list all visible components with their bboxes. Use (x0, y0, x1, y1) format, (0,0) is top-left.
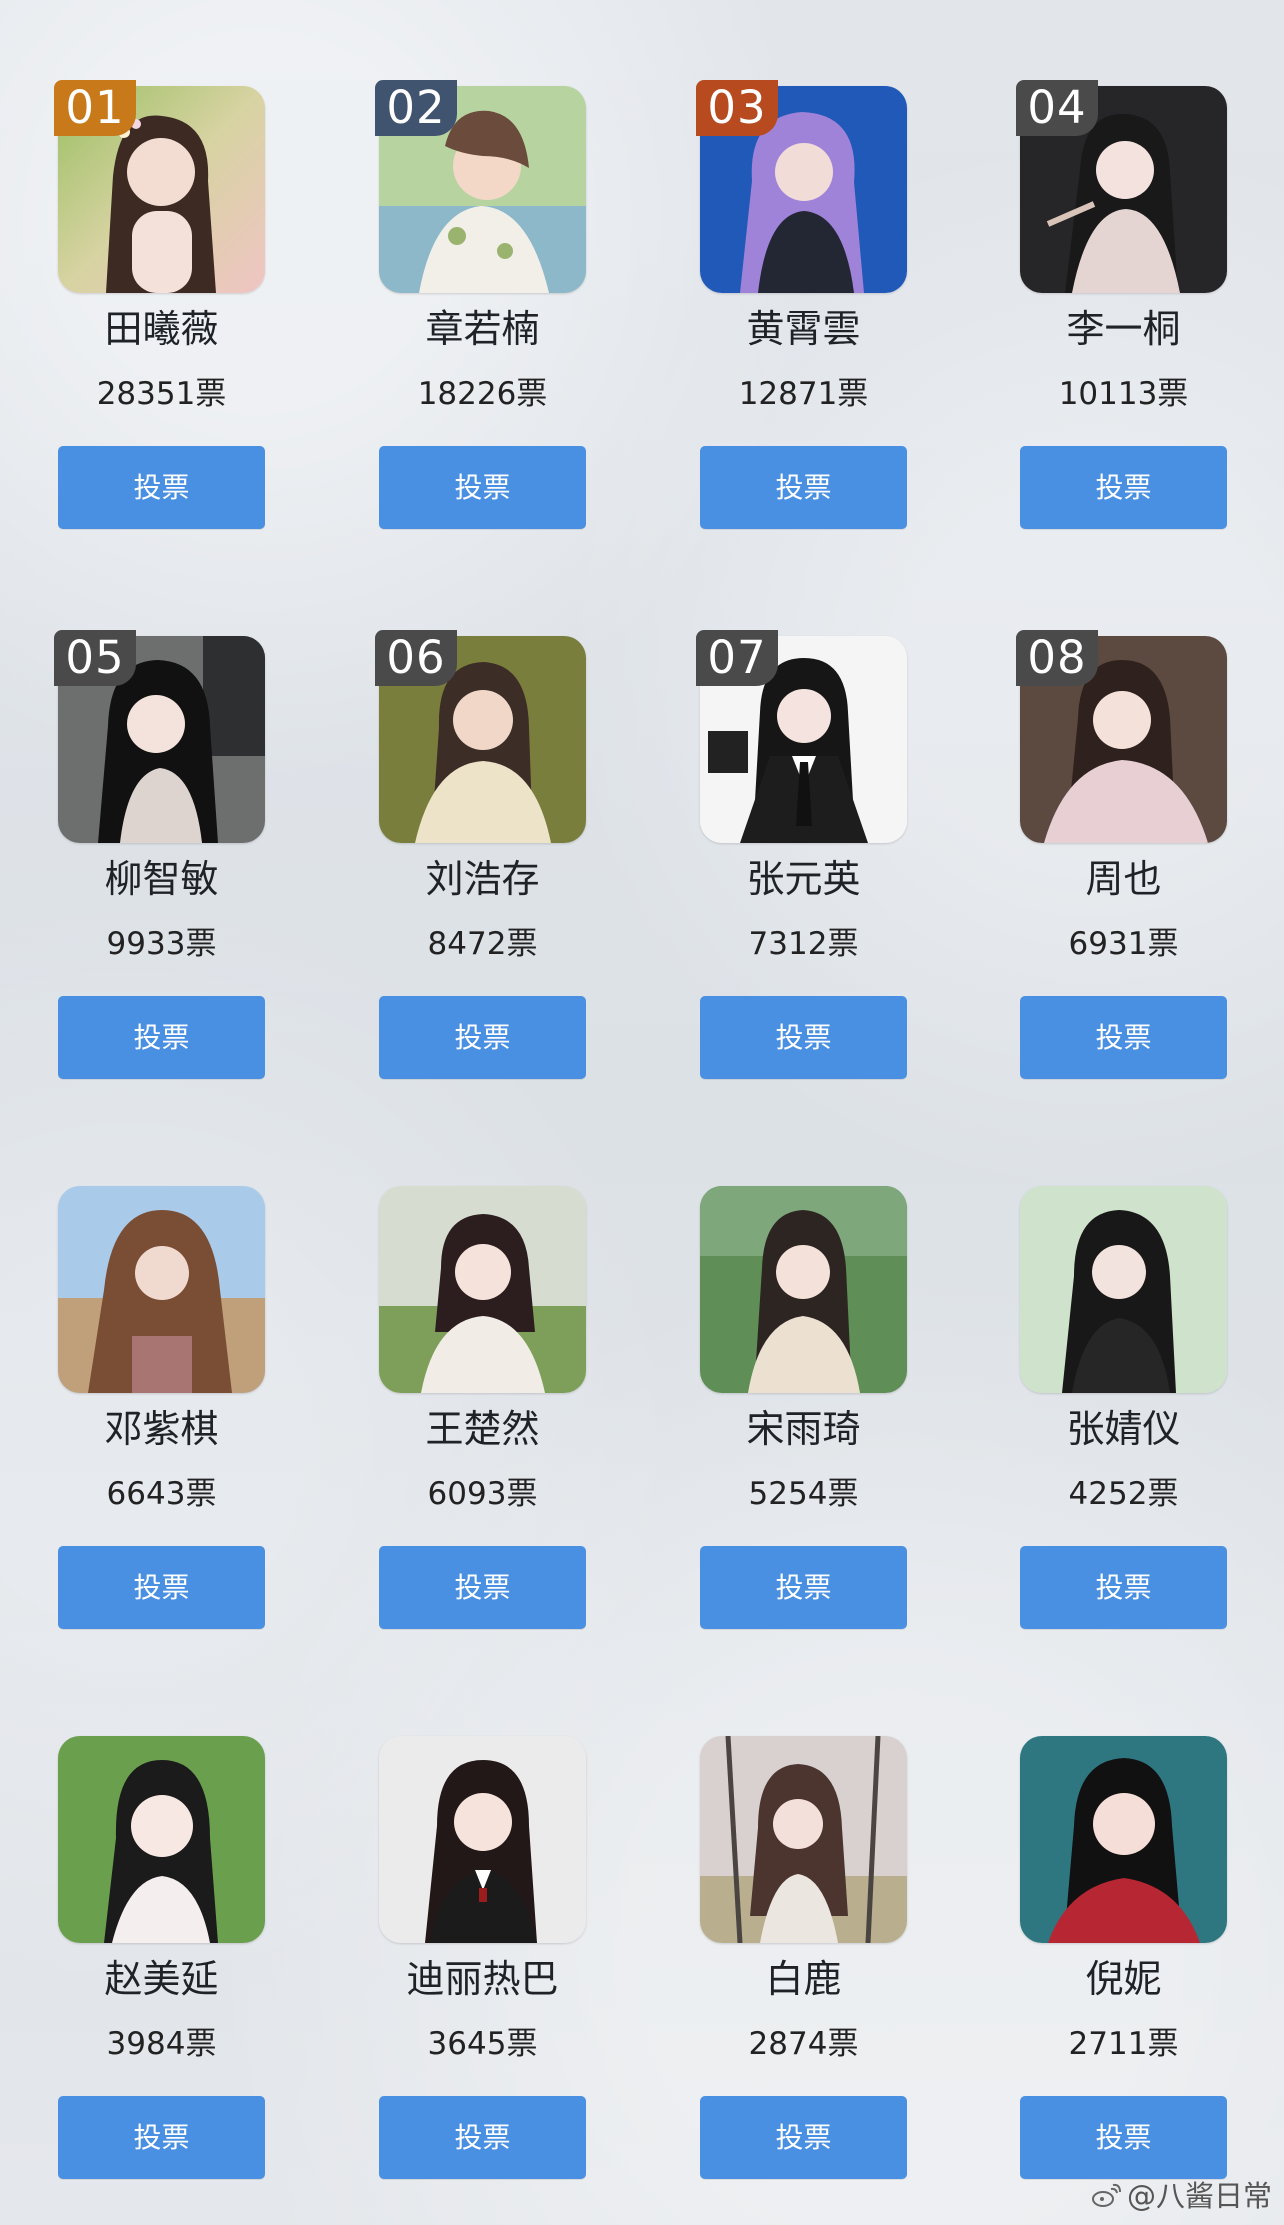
vote-button[interactable]: 投票 (379, 1546, 586, 1629)
candidate-photo (1020, 1736, 1227, 1943)
rank-badge: 07 (696, 630, 778, 686)
candidate-card: 07 张元英 7312票 投票 (696, 550, 907, 1079)
vote-count: 5254票 (748, 1476, 859, 1512)
candidate-photo (379, 1186, 586, 1393)
candidate-card: 宋雨琦 5254票 投票 (700, 1100, 907, 1629)
candidate-avatar (58, 1736, 265, 1943)
rank-badge: 03 (696, 80, 778, 136)
candidate-name: 邓紫棋 (104, 1407, 219, 1451)
candidate-photo (58, 1736, 265, 1943)
candidate-card: 02 章若楠 18226票 投票 (375, 0, 586, 529)
candidate-photo (700, 1186, 907, 1393)
vote-button[interactable]: 投票 (58, 1546, 265, 1629)
vote-button[interactable]: 投票 (379, 446, 586, 529)
candidate-avatar (379, 1736, 586, 1943)
voting-grid: 01 田曦薇 28351票 投票 02 章若楠 18226票 投票 03 黄霄雲… (0, 0, 1284, 2225)
vote-button[interactable]: 投票 (58, 446, 265, 529)
candidate-card: 08 周也 6931票 投票 (1016, 550, 1227, 1079)
vote-button[interactable]: 投票 (58, 996, 265, 1079)
vote-button[interactable]: 投票 (379, 2096, 586, 2179)
candidate-name: 迪丽热巴 (406, 1957, 559, 2001)
candidate-name: 周也 (1085, 857, 1162, 901)
vote-button[interactable]: 投票 (58, 2096, 265, 2179)
vote-count: 6931票 (1068, 926, 1179, 962)
candidate-photo (58, 1186, 265, 1393)
candidate-name: 张元英 (746, 857, 861, 901)
candidate-card: 白鹿 2874票 投票 (700, 1650, 907, 2179)
vote-count: 8472票 (427, 926, 538, 962)
candidate-name: 倪妮 (1085, 1957, 1162, 2001)
vote-count: 12871票 (738, 376, 869, 412)
candidate-photo (379, 1736, 586, 1943)
candidate-card: 张婧仪 4252票 投票 (1020, 1100, 1227, 1629)
vote-count: 4252票 (1068, 1476, 1179, 1512)
vote-count: 10113票 (1058, 376, 1189, 412)
vote-count: 9933票 (106, 926, 217, 962)
rank-badge: 08 (1016, 630, 1098, 686)
candidate-name: 刘浩存 (425, 857, 540, 901)
rank-badge: 02 (375, 80, 457, 136)
vote-button[interactable]: 投票 (1020, 2096, 1227, 2179)
candidate-card: 03 黄霄雲 12871票 投票 (696, 0, 907, 529)
watermark: @八酱日常 (1089, 2179, 1272, 2213)
candidate-card: 05 柳智敏 9933票 投票 (54, 550, 265, 1079)
candidate-card: 王楚然 6093票 投票 (379, 1100, 586, 1629)
candidate-avatar (1020, 1736, 1227, 1943)
candidate-card: 倪妮 2711票 投票 (1020, 1650, 1227, 2179)
rank-badge: 01 (54, 80, 136, 136)
candidate-card: 迪丽热巴 3645票 投票 (379, 1650, 586, 2179)
vote-button[interactable]: 投票 (700, 1546, 907, 1629)
vote-count: 6643票 (106, 1476, 217, 1512)
weibo-icon (1091, 2183, 1121, 2207)
candidate-card: 邓紫棋 6643票 投票 (58, 1100, 265, 1629)
candidate-card: 01 田曦薇 28351票 投票 (54, 0, 265, 529)
rank-badge: 05 (54, 630, 136, 686)
candidate-name: 白鹿 (765, 1957, 842, 2001)
rank-badge: 06 (375, 630, 457, 686)
vote-count: 18226票 (417, 376, 548, 412)
candidate-card: 赵美延 3984票 投票 (58, 1650, 265, 2179)
vote-button[interactable]: 投票 (700, 996, 907, 1079)
rank-badge: 04 (1016, 80, 1098, 136)
vote-count: 3645票 (427, 2026, 538, 2062)
candidate-name: 张婧仪 (1066, 1407, 1181, 1451)
candidate-avatar (1020, 1186, 1227, 1393)
vote-count: 3984票 (106, 2026, 217, 2062)
candidate-card: 06 刘浩存 8472票 投票 (375, 550, 586, 1079)
vote-button[interactable]: 投票 (379, 996, 586, 1079)
vote-button[interactable]: 投票 (1020, 996, 1227, 1079)
candidate-name: 宋雨琦 (746, 1407, 861, 1451)
vote-count: 6093票 (427, 1476, 538, 1512)
vote-button[interactable]: 投票 (1020, 446, 1227, 529)
candidate-avatar (700, 1736, 907, 1943)
vote-count: 28351票 (96, 376, 227, 412)
vote-button[interactable]: 投票 (1020, 1546, 1227, 1629)
candidate-name: 赵美延 (104, 1957, 219, 2001)
candidate-name: 王楚然 (425, 1407, 540, 1451)
candidate-photo (1020, 1186, 1227, 1393)
candidate-avatar (58, 1186, 265, 1393)
watermark-text: @八酱日常 (1126, 2179, 1272, 2213)
candidate-name: 黄霄雲 (746, 307, 861, 351)
candidate-avatar (700, 1186, 907, 1393)
vote-count: 7312票 (748, 926, 859, 962)
candidate-name: 柳智敏 (104, 857, 219, 901)
candidate-avatar (379, 1186, 586, 1393)
candidate-name: 李一桐 (1066, 307, 1181, 351)
candidate-card: 04 李一桐 10113票 投票 (1016, 0, 1227, 529)
candidate-name: 田曦薇 (104, 307, 219, 351)
vote-count: 2874票 (748, 2026, 859, 2062)
vote-button[interactable]: 投票 (700, 446, 907, 529)
candidate-photo (700, 1736, 907, 1943)
vote-count: 2711票 (1068, 2026, 1179, 2062)
vote-button[interactable]: 投票 (700, 2096, 907, 2179)
candidate-name: 章若楠 (425, 307, 540, 351)
